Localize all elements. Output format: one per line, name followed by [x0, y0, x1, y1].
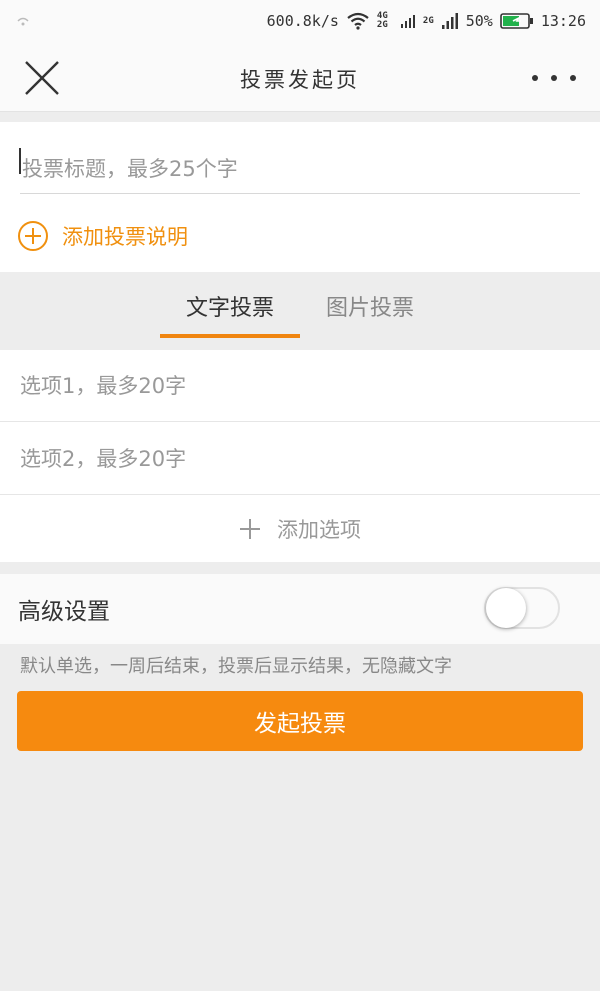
advanced-settings-toggle[interactable]	[484, 587, 560, 629]
network-speed: 600.8k/s	[266, 12, 339, 30]
network-type-2: 2G	[422, 16, 434, 26]
add-option-button[interactable]: 添加选项	[0, 496, 600, 562]
signal-icon-2	[441, 13, 458, 29]
vote-type-tabs: 文字投票 图片投票	[0, 272, 600, 340]
wifi-icon	[347, 12, 369, 30]
more-dot	[551, 75, 557, 81]
advanced-settings-row: 高级设置	[0, 574, 600, 644]
header: 投票发起页	[0, 42, 600, 112]
advanced-settings-hint: 默认单选，一周后结束，投票后显示结果，无隐藏文字	[20, 656, 452, 677]
more-dot	[570, 75, 576, 81]
submit-vote-button[interactable]: 发起投票	[17, 691, 583, 751]
text-caret	[19, 148, 21, 174]
status-left	[16, 14, 30, 28]
add-description-button[interactable]: 添加投票说明	[18, 214, 188, 258]
battery-icon	[500, 13, 533, 29]
battery-percent: 50%	[465, 12, 493, 30]
more-button[interactable]	[532, 66, 576, 90]
clock: 13:26	[540, 12, 586, 30]
option-1-input[interactable]	[0, 350, 600, 422]
title-card: 添加投票说明	[0, 122, 600, 272]
more-dot	[532, 75, 538, 81]
add-option-label: 添加选项	[277, 518, 361, 542]
status-bar: 600.8k/s 4G 2G 2G 50% 13:26	[0, 0, 600, 42]
toggle-knob	[486, 588, 526, 628]
vote-title-input[interactable]	[20, 144, 580, 194]
status-right: 600.8k/s 4G 2G 2G 50% 13:26	[266, 11, 586, 31]
options-list: 添加选项	[0, 350, 600, 562]
add-circle-icon	[18, 221, 48, 251]
page-title: 投票发起页	[240, 68, 360, 92]
tab-text-vote[interactable]: 文字投票	[160, 272, 300, 340]
add-description-label: 添加投票说明	[62, 225, 188, 249]
option-2-input[interactable]	[0, 423, 600, 495]
active-tab-indicator	[160, 334, 300, 338]
signal-icon-1	[400, 15, 415, 28]
tab-image-vote[interactable]: 图片投票	[300, 272, 440, 340]
advanced-settings-label: 高级设置	[18, 599, 110, 625]
notification-icon	[17, 17, 29, 26]
network-type-1: 4G 2G	[376, 11, 388, 30]
plus-icon	[239, 518, 261, 540]
